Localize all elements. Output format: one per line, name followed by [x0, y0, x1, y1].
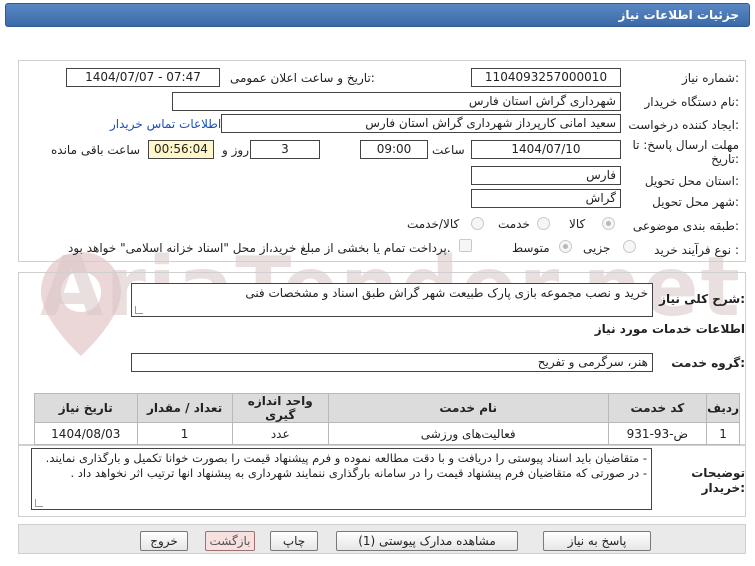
summary-label: شرح کلی نیاز: [659, 292, 745, 306]
table-row: 1404/08/03 1 عدد فعالیت‌های ورزشی ض-93-9… [34, 422, 740, 445]
page-title: جزئیات اطلاعات نیاز [618, 8, 739, 22]
city-field: گراش [471, 189, 621, 208]
summary-textarea: خرید و نصب مجموعه بازی پارک طبیعت شهر گر… [131, 283, 653, 317]
resize-grip-icon[interactable] [35, 499, 43, 507]
view-attachments-button[interactable]: مشاهده مدارک پیوستی (1) [336, 531, 518, 551]
header-unit: واحد اندازه گیری [231, 393, 329, 423]
buyer-org-field: شهرداری گراش استان فارس [172, 92, 621, 111]
cell-unit: عدد [231, 422, 329, 445]
service-group-field: هنر، سرگرمی و تفریح [131, 353, 653, 372]
header-need-date: تاریخ نیاز [34, 393, 138, 423]
category-label: طبقه بندی موضوعی: [632, 219, 739, 233]
resize-grip-icon[interactable] [135, 306, 143, 314]
notes-label: توضیحات [691, 466, 745, 480]
announce-label: تاریخ و ساعت اعلان عمومی: [230, 71, 375, 85]
notes-line-1: - متقاضیان باید اسناد پیوستی را دریافت و… [45, 451, 647, 465]
need-number-field: 1104093257000010 [471, 68, 621, 87]
buyer-notes-textarea: - متقاضیان باید اسناد پیوستی را دریافت و… [31, 448, 652, 510]
category-option-goods: کالا [569, 217, 586, 231]
process-label: نوع فرآیند خرید : [654, 243, 739, 257]
announce-field: 1404/07/07 - 07:47 [66, 68, 220, 87]
province-label: استان محل تحویل: [644, 174, 739, 188]
header-service-name: نام خدمت [327, 393, 609, 423]
cell-service-code: ض-93-931 [607, 422, 708, 445]
cell-row: 1 [706, 422, 740, 445]
deadline-date-field: 1404/07/10 [471, 140, 621, 159]
services-table: تاریخ نیاز تعداد / مقدار واحد اندازه گیر… [34, 393, 740, 445]
deadline-label: مهلت ارسال پاسخ: تا [632, 138, 739, 152]
buyer-org-label: نام دستگاه خریدار: [644, 95, 740, 109]
summary-text: خرید و نصب مجموعه بازی پارک طبیعت شهر گر… [245, 286, 648, 300]
remaining-time-field: 00:56:04 [148, 140, 214, 159]
reply-button[interactable]: پاسخ به نیاز [543, 531, 651, 551]
deadline-label-date: تاریخ: [711, 152, 739, 166]
notes-line-2: - در صورتی که متقاضیان فرم پیشنهاد قیمت … [70, 466, 648, 480]
remaining-label: ساعت باقی مانده [51, 143, 141, 157]
creator-field: سعید امانی کارپرداز شهرداری گراش استان ف… [221, 114, 621, 133]
need-number-label: شماره نیاز: [681, 71, 739, 85]
process-radio-medium[interactable] [559, 240, 572, 253]
service-group-label: گروه خدمت: [671, 356, 745, 370]
city-label: شهر محل تحویل: [652, 195, 739, 209]
services-section-title: اطلاعات خدمات مورد نیاز [594, 322, 745, 336]
time-label: ساعت [432, 143, 465, 157]
buyer-contact-link[interactable]: اطلاعات تماس خریدار [110, 117, 221, 131]
back-button[interactable]: بازگشت [205, 531, 255, 551]
process-radio-minor[interactable] [623, 240, 636, 253]
creator-label: ایجاد کننده درخواست: [628, 118, 739, 132]
category-radio-goods-service[interactable] [471, 217, 484, 230]
print-button[interactable]: چاپ [270, 531, 318, 551]
province-field: فارس [471, 166, 621, 185]
cell-quantity: 1 [136, 422, 233, 445]
cell-service-name: فعالیت‌های ورزشی [327, 422, 609, 445]
category-radio-service[interactable] [537, 217, 550, 230]
header-quantity: تعداد / مقدار [136, 393, 233, 423]
treasury-payment-note: پرداخت تمام یا بخشی از مبلغ خرید،از محل … [68, 241, 451, 255]
window-title-bar: جزئیات اطلاعات نیاز [5, 3, 750, 27]
treasury-payment-checkbox[interactable] [459, 239, 472, 252]
category-option-goods-service: کالا/خدمت [407, 217, 460, 231]
services-table-header: تاریخ نیاز تعداد / مقدار واحد اندازه گیر… [34, 393, 740, 423]
process-option-medium: متوسط [512, 241, 550, 255]
action-button-bar: پاسخ به نیاز مشاهده مدارک پیوستی (1) چاپ… [18, 524, 746, 554]
process-option-minor: جزیی [583, 241, 611, 255]
notes-label-buyer: خریدار: [701, 481, 745, 495]
days-field: 3 [250, 140, 320, 159]
category-option-service: خدمت [498, 217, 530, 231]
cell-need-date: 1404/08/03 [34, 422, 138, 445]
category-radio-goods[interactable] [602, 217, 615, 230]
header-row: ردیف [706, 393, 740, 423]
exit-button[interactable]: خروج [140, 531, 188, 551]
header-service-code: کد خدمت [607, 393, 708, 423]
deadline-time-field: 09:00 [360, 140, 428, 159]
days-label: روز و [222, 143, 249, 157]
